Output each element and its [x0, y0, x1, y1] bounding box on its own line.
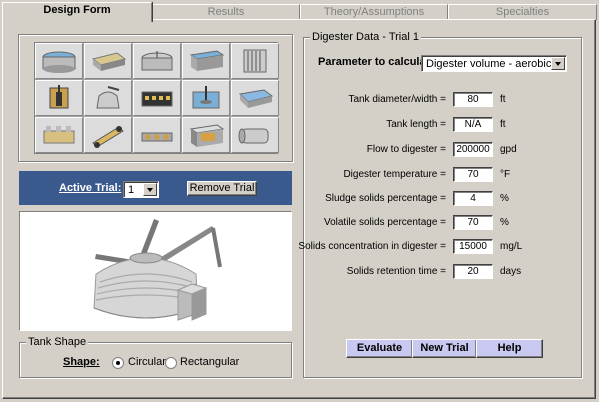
clarifier-icon[interactable]	[35, 43, 83, 79]
rectangular-label[interactable]: Rectangular	[180, 356, 239, 368]
volatile-solids-unit: %	[500, 217, 509, 228]
filter-bed-icon[interactable]	[84, 43, 132, 79]
flow-label: Flow to digester =	[366, 144, 446, 155]
tank-length-field[interactable]: N/A	[453, 117, 493, 132]
tab-specialties[interactable]: Specialties	[448, 4, 597, 20]
sludge-solids-unit: %	[500, 193, 509, 204]
lagoon-icon[interactable]	[231, 80, 279, 116]
tab-design-form[interactable]: Design Form	[2, 2, 152, 22]
evaluate-button[interactable]: Evaluate	[346, 339, 413, 358]
temperature-label: Digester temperature =	[343, 169, 446, 180]
help-button[interactable]: Help	[476, 339, 543, 358]
tank-illustration	[19, 211, 292, 331]
tank-shape-title: Tank Shape	[26, 336, 89, 348]
digester-data-title: Digester Data - Trial 1	[310, 31, 421, 43]
parameter-select[interactable]: Digester volume - aerobic	[421, 55, 567, 72]
flow-unit: gpd	[500, 144, 517, 155]
chevron-down-icon[interactable]	[551, 57, 565, 70]
solids-concentration-field[interactable]: 15000	[453, 239, 493, 254]
active-trial-select[interactable]: 1	[123, 181, 159, 198]
tab-theory-assumptions[interactable]: Theory/Assumptions	[300, 4, 448, 20]
parameter-value: Digester volume - aerobic	[426, 58, 552, 70]
active-trial-value: 1	[128, 184, 135, 196]
basin-icon[interactable]	[182, 43, 230, 79]
tank-diameter-field[interactable]: 80	[453, 92, 493, 107]
drum-icon[interactable]	[231, 117, 279, 153]
volatile-solids-field[interactable]: 70	[453, 215, 493, 230]
tank-diameter-unit: ft	[500, 94, 506, 105]
conveyor-icon[interactable]	[133, 117, 181, 153]
process-image-grid	[34, 42, 279, 154]
active-trial-bar: Active Trial: 1 Remove Trial	[19, 171, 292, 205]
aeration-tank-icon[interactable]	[133, 80, 181, 116]
digester-tank-image	[93, 219, 222, 321]
application-window: Design Form Results Theory/Assumptions S…	[0, 0, 599, 402]
digester-data-group: Digester Data - Trial 1	[303, 31, 582, 378]
temperature-field[interactable]: 70	[453, 167, 493, 182]
circular-radio[interactable]	[112, 357, 124, 369]
new-trial-button[interactable]: New Trial	[412, 339, 477, 358]
chevron-down-icon[interactable]	[143, 183, 157, 196]
tab-results[interactable]: Results	[152, 4, 300, 20]
tank-length-unit: ft	[500, 119, 506, 130]
belt-press-icon[interactable]	[84, 117, 132, 153]
tank-length-label: Tank length =	[386, 119, 446, 130]
settling-tank-icon[interactable]	[182, 117, 230, 153]
trickling-filter-icon[interactable]	[133, 43, 181, 79]
tab-bar: Design Form Results Theory/Assumptions S…	[2, 2, 597, 22]
sand-filter-icon[interactable]	[35, 117, 83, 153]
rectangular-radio[interactable]	[165, 357, 177, 369]
sludge-solids-field[interactable]: 4	[453, 191, 493, 206]
tank-shape-group: Tank Shape Shape: Circular Rectangular	[19, 336, 292, 378]
retention-time-field[interactable]: 20	[453, 264, 493, 279]
solids-concentration-unit: mg/L	[500, 241, 523, 252]
digester-icon[interactable]	[84, 80, 132, 116]
sludge-solids-label: Sludge solids percentage =	[325, 193, 446, 204]
remove-trial-button[interactable]: Remove Trial	[187, 181, 257, 196]
retention-time-label: Solids retention time =	[346, 266, 446, 277]
pump-icon[interactable]	[35, 80, 83, 116]
retention-time-unit: days	[500, 266, 522, 277]
flow-field[interactable]: 200000	[453, 142, 493, 157]
screen-icon[interactable]	[231, 43, 279, 79]
volatile-solids-label: Volatile solids percentage =	[323, 217, 446, 228]
solids-concentration-label: Solids concentration in digester =	[298, 241, 446, 252]
temperature-unit: °F	[500, 169, 511, 180]
active-trial-label: Active Trial:	[59, 182, 122, 194]
circular-label[interactable]: Circular	[128, 356, 166, 368]
shape-label: Shape:	[63, 356, 100, 368]
mixer-icon[interactable]	[182, 80, 230, 116]
tank-diameter-label: Tank diameter/width =	[348, 94, 446, 105]
